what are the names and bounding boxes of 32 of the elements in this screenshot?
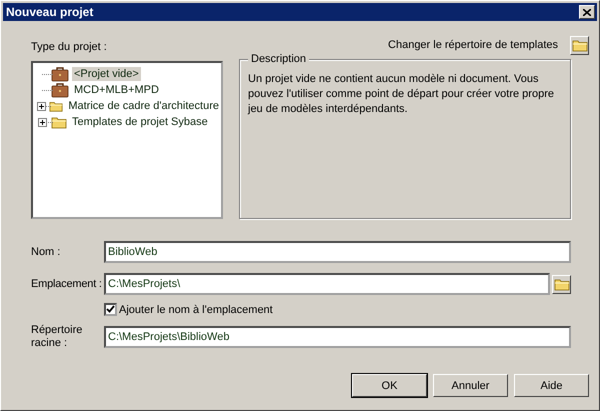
checkbox[interactable] xyxy=(104,303,117,316)
tree-item[interactable]: Matrice de cadre d'architecture xyxy=(66,99,221,113)
tree-item[interactable]: Templates de projet Sybase xyxy=(70,115,210,129)
change-templates-label: Changer le répertoire de templates xyxy=(388,39,558,51)
checkbox-label: Ajouter le nom à l'emplacement xyxy=(119,304,273,316)
close-icon xyxy=(583,8,591,16)
location-field[interactable]: C:\MesProjets\ xyxy=(104,273,550,295)
dialog-button[interactable]: OK xyxy=(352,374,427,397)
folder-icon xyxy=(51,115,67,129)
project-type-label: Type du projet : xyxy=(31,41,108,53)
briefcase-icon xyxy=(51,82,69,98)
tree-item[interactable]: MCD+MLB+MPD xyxy=(72,83,161,97)
root-label: Répertoire racine : xyxy=(31,324,84,350)
group-title: Description xyxy=(248,53,310,65)
expand-icon[interactable] xyxy=(38,118,46,126)
briefcase-icon xyxy=(51,66,69,82)
description-text: Un projet vide ne contient aucun modèle ni document. Vous pouvez l'utiliser comme point de départ pour créer votre propre jeu de modèles interdépendants. xyxy=(248,72,555,117)
folder-icon xyxy=(49,99,64,113)
expand-icon[interactable] xyxy=(36,102,46,110)
name-label: Nom : xyxy=(31,246,62,258)
name-field[interactable]: BiblioWeb xyxy=(104,241,571,263)
folder-icon xyxy=(554,277,570,291)
dialog-button[interactable]: Annuler xyxy=(433,374,508,397)
window-title: Nouveau projet xyxy=(6,5,94,19)
root-field[interactable]: C:\MesProjets\BiblioWeb xyxy=(104,326,571,348)
folder-icon xyxy=(572,38,588,52)
browse-button[interactable] xyxy=(570,36,589,54)
dialog-button[interactable]: Aide xyxy=(514,374,589,397)
location-label: Emplacement : xyxy=(31,278,102,290)
browse-button[interactable] xyxy=(552,274,571,294)
tree-item[interactable]: <Projet vide> xyxy=(72,67,141,81)
close-button[interactable] xyxy=(579,5,595,19)
